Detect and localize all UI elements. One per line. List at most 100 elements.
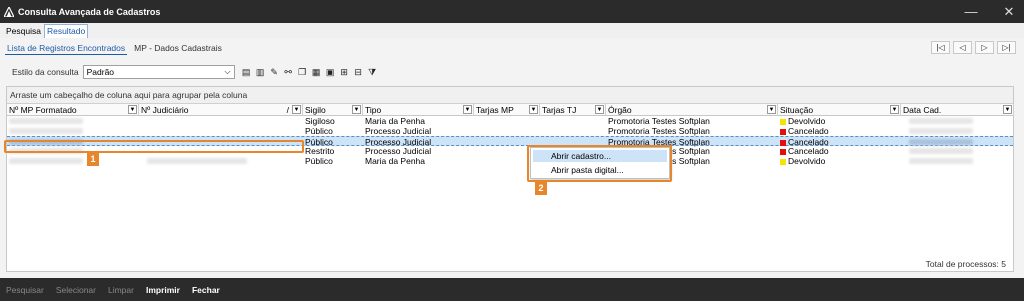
limpar-button[interactable]: Limpar [108, 285, 134, 295]
copy-icon[interactable]: ❐ [297, 66, 308, 78]
bottom-action-bar: Pesquisar Selecionar Limpar Imprimir Fec… [0, 278, 1024, 301]
redacted-value [9, 118, 83, 124]
group-by-area[interactable]: Arraste um cabeçalho de coluna aqui para… [7, 87, 1013, 104]
redacted-value [9, 158, 83, 164]
record-navigation: |◁ ◁ ▷ ▷| [931, 41, 1016, 54]
cell-data-cad [901, 126, 1014, 136]
inner-tabs: Lista de Registros Encontrados MP - Dado… [5, 42, 229, 55]
cell-situacao: Devolvido [778, 156, 901, 166]
column-header-data-cad[interactable]: Data Cad. ▼ [901, 104, 1014, 116]
column-header-judiciario[interactable]: Nº Judiciário / ▼ [139, 104, 303, 116]
cell-data-cad [901, 116, 1014, 126]
filter-dropdown-icon: ▼ [463, 105, 472, 114]
cell-judiciario [139, 116, 303, 126]
last-record-button[interactable]: ▷| [997, 41, 1016, 54]
outer-tabs: Pesquisa Resultado [0, 23, 1024, 38]
filter-dropdown-icon: ▼ [890, 105, 899, 114]
first-record-button[interactable]: |◁ [931, 41, 950, 54]
title-bar: Consulta Avançada de Cadastros — ✕ [0, 0, 1024, 23]
cell-tipo: Processo Judicial [365, 146, 432, 156]
cell-sigilo: Sigiloso [305, 116, 335, 126]
cell-sigilo: Restrito [305, 146, 335, 156]
column-header-situacao[interactable]: Situação ▼ [778, 104, 901, 116]
tab-lista-registros[interactable]: Lista de Registros Encontrados [5, 42, 128, 55]
filter-dropdown-icon: ▼ [292, 105, 301, 114]
filter-dropdown-icon: ▼ [1003, 105, 1012, 114]
cell-sigilo: Público [305, 156, 333, 166]
app-logo-icon [4, 6, 14, 17]
chevron-down-icon: ⌵ [224, 67, 231, 76]
cell-data-cad [901, 156, 1014, 166]
redacted-value [909, 128, 973, 134]
callout-badge-2: 2 [535, 182, 547, 195]
save-as-icon[interactable]: ▥ [255, 66, 266, 78]
cell-tipo: Maria da Penha [365, 116, 426, 126]
link-icon[interactable]: ⚯ [283, 66, 294, 78]
cell-situacao: Cancelado [778, 126, 901, 136]
save-style-icon[interactable]: ▤ [241, 66, 252, 78]
report-icon[interactable]: ▦ [311, 66, 322, 78]
filter-dropdown-icon: ▼ [128, 105, 137, 114]
cell-orgao: Promotoria Testes Softplan [608, 116, 710, 126]
tab-dados-cadastrais[interactable]: MP - Dados Cadastrais [132, 42, 224, 55]
cell-mp [7, 126, 139, 136]
previous-record-button[interactable]: ◁ [953, 41, 972, 54]
column-header-tarjas-tj[interactable]: Tarjas TJ ▼ [540, 104, 606, 116]
column-header-sigilo[interactable]: Sigilo ▼ [303, 104, 363, 116]
next-record-button[interactable]: ▷ [975, 41, 994, 54]
status-square-icon [780, 128, 786, 135]
style-select[interactable]: Padrão ⌵ [82, 65, 235, 79]
filter-dropdown-icon: ▼ [352, 105, 361, 114]
tab-resultado[interactable]: Resultado [43, 24, 89, 38]
table-row[interactable]: Sigiloso Maria da Penha Promotoria Testes … [7, 116, 1013, 126]
imprimir-button[interactable]: Imprimir [146, 285, 180, 295]
column-header-mp[interactable]: Nº MP Formatado ▼ [7, 104, 139, 116]
cell-sigilo: Público [305, 126, 333, 136]
query-toolbar: Estilo da consulta Padrão ⌵ ▤ ▥ ✎ ⚯ ❐ ▦ … [12, 65, 378, 79]
filter-icon[interactable]: ⧩ [367, 66, 378, 78]
filter-dropdown-icon: ▼ [595, 105, 604, 114]
grid-header: Nº MP Formatado ▼ Nº Judiciário / ▼ Sigilo ▼… [7, 104, 1014, 116]
filter-dropdown-icon: ▼ [529, 105, 538, 114]
column-header-orgao[interactable]: Órgão ▼ [606, 104, 778, 116]
status-square-icon [780, 158, 786, 165]
redacted-value [909, 148, 973, 154]
callout-badge-1: 1 [87, 153, 99, 166]
callout-highlight-row [4, 140, 304, 153]
export-icon[interactable]: ⊟ [353, 66, 364, 78]
cell-tipo: Maria da Penha [365, 156, 426, 166]
cell-judiciario [139, 156, 303, 166]
pesquisar-button[interactable]: Pesquisar [6, 285, 44, 295]
result-panel: Lista de Registros Encontrados MP - Dado… [0, 38, 1024, 278]
fechar-button[interactable]: Fechar [192, 285, 220, 295]
style-select-value: Padrão [86, 67, 115, 77]
cell-situacao: Cancelado [778, 146, 901, 156]
tab-pesquisa[interactable]: Pesquisa [3, 24, 44, 38]
style-label: Estilo da consulta [12, 67, 79, 77]
cell-situacao: Devolvido [778, 116, 901, 126]
minimize-button[interactable]: — [956, 0, 986, 23]
status-square-icon [780, 118, 786, 125]
cell-data-cad [901, 146, 1014, 156]
column-header-tarjas-mp[interactable]: Tarjas MP ▼ [474, 104, 540, 116]
total-count: Total de processos: 5 [925, 259, 1006, 269]
close-button[interactable]: ✕ [994, 0, 1024, 23]
status-square-icon [780, 139, 786, 146]
cell-orgao: Promotoria Testes Softplan [608, 126, 710, 136]
redacted-value [147, 158, 247, 164]
results-grid: Arraste um cabeçalho de coluna aqui para… [6, 86, 1014, 272]
edit-style-icon[interactable]: ✎ [269, 66, 280, 78]
redacted-value [909, 158, 973, 164]
cell-mp [7, 116, 139, 126]
window-title: Consulta Avançada de Cadastros [18, 6, 161, 17]
cell-mp [7, 156, 139, 166]
table-row[interactable]: PúblicoMaria da PenhaPromotoria Testes S… [7, 156, 1013, 166]
selecionar-button[interactable]: Selecionar [56, 285, 96, 295]
table-row[interactable]: Público Processo Judicial Promotoria Teste… [7, 126, 1013, 136]
grid-layout-icon[interactable]: ▣ [325, 66, 336, 78]
cell-judiciario [139, 126, 303, 136]
columns-icon[interactable]: ⊞ [339, 66, 350, 78]
filter-dropdown-icon: ▼ [767, 105, 776, 114]
cell-tipo: Processo Judicial [365, 126, 432, 136]
column-header-tipo[interactable]: Tipo ▼ [363, 104, 474, 116]
